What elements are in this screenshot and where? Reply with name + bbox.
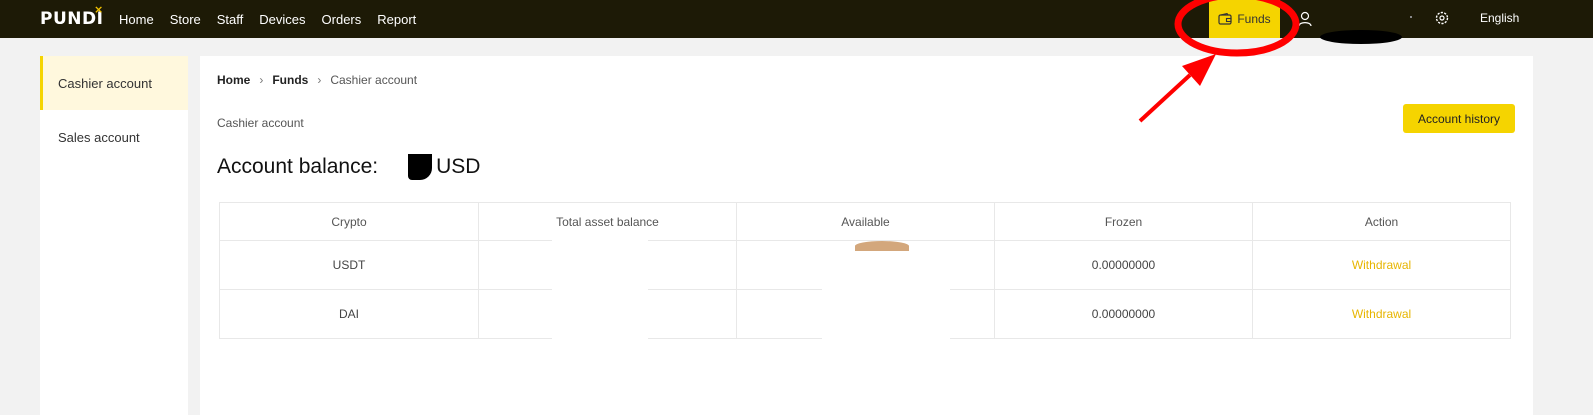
breadcrumb: Home › Funds › Cashier account [217,73,417,87]
nav-home[interactable]: Home [119,12,154,27]
cell-frozen: 0.00000000 [994,241,1252,289]
header-frozen: Frozen [994,203,1252,240]
chevron-right-icon: › [259,73,264,87]
nav-report[interactable]: Report [377,12,416,27]
cell-crypto: USDT [332,258,366,272]
nav-orders[interactable]: Orders [322,12,362,27]
chevron-right-icon: › [317,73,322,87]
header-action: Action [1252,203,1510,240]
redacted-username [1320,30,1402,44]
cell-frozen: 0.00000000 [994,290,1252,338]
redaction-patch [855,241,909,251]
funds-button[interactable]: Funds [1209,0,1280,38]
header-available: Available [736,203,994,240]
balance-label: Account balance: [217,155,379,178]
breadcrumb-current: Cashier account [330,73,418,87]
nav-staff[interactable]: Staff [217,12,244,27]
account-history-button[interactable]: Account history [1403,104,1515,133]
user-icon[interactable] [1298,11,1312,27]
withdrawal-link[interactable]: Withdrawal [1252,241,1510,289]
sidebar-item-sales-account[interactable]: Sales account [40,110,188,164]
account-balance: Account balance: USD [217,154,480,180]
redacted-balance [408,154,433,180]
main-panel: Home › Funds › Cashier account Cashier a… [200,56,1533,415]
funds-label: Funds [1237,12,1271,26]
sidebar-item-cashier-account[interactable]: Cashier account [40,56,188,110]
redaction-patch [822,252,950,340]
breadcrumb-home[interactable]: Home [217,73,250,87]
separator-dot [1410,16,1412,18]
table-header-row: Crypto Total asset balance Available Fro… [220,203,1510,240]
pundi-logo[interactable]: PUNDI × [40,3,103,31]
withdrawal-link[interactable]: Withdrawal [1252,290,1510,338]
header-crypto: Crypto [331,214,367,229]
gear-icon[interactable] [1435,11,1449,25]
nav-devices[interactable]: Devices [259,12,305,27]
sidebar: Cashier account Sales account [40,56,188,415]
language-selector[interactable]: English [1480,11,1519,25]
main-nav: Home Store Staff Devices Orders Report [119,0,432,38]
logo-mark: × [94,3,104,16]
balance-currency: USD [436,155,481,178]
redaction-patch [552,232,648,340]
cell-crypto: DAI [338,307,359,321]
breadcrumb-funds[interactable]: Funds [272,73,308,87]
section-subtitle: Cashier account [217,116,304,130]
wallet-icon [1218,13,1232,25]
nav-store[interactable]: Store [170,12,201,27]
